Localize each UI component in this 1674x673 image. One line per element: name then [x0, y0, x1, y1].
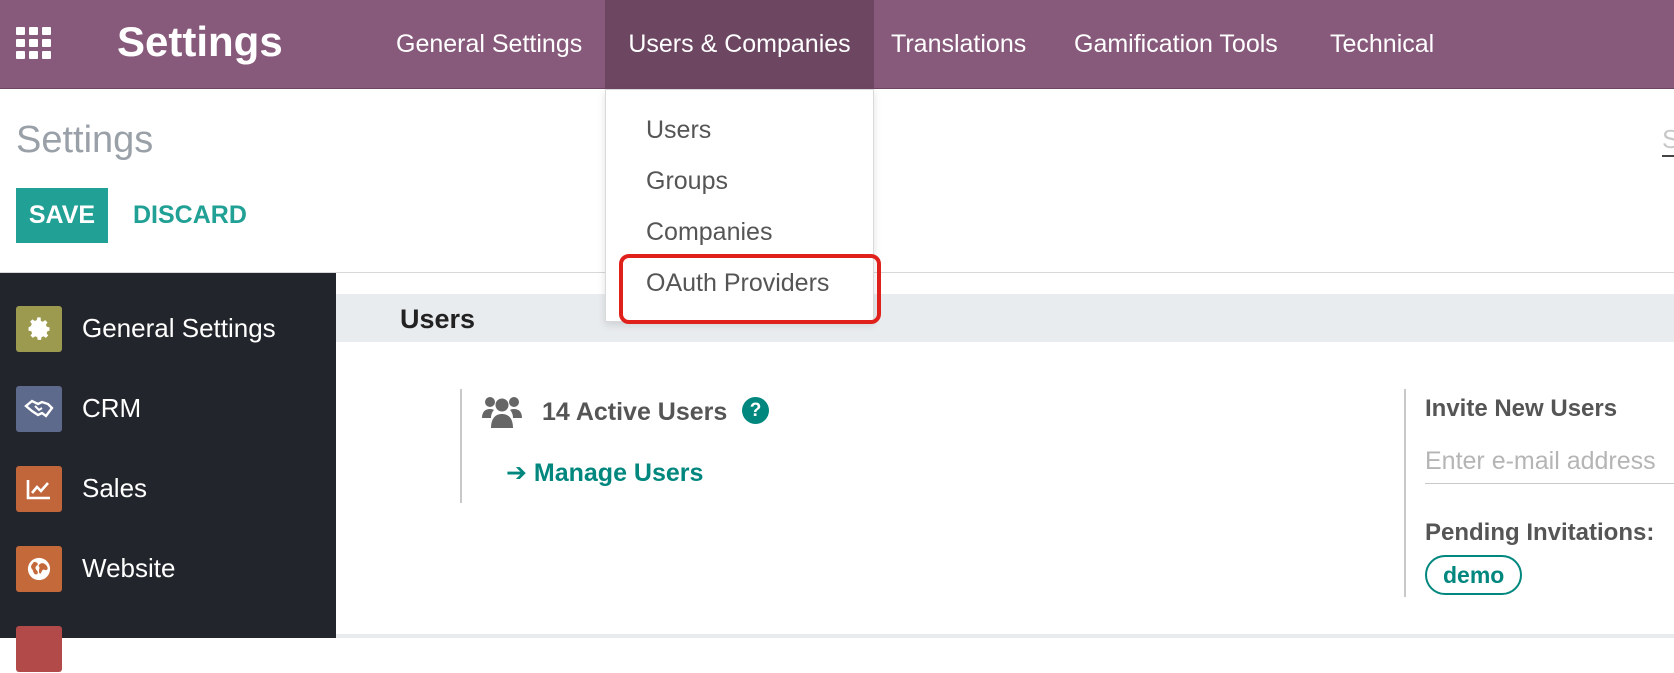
sidebar-item-general-settings[interactable]: General Settings — [0, 273, 336, 353]
app-icon — [16, 626, 62, 672]
users-companies-dropdown: Users Groups Companies OAuth Providers — [605, 89, 874, 322]
chart-line-icon — [16, 466, 62, 512]
sidebar-item-crm[interactable]: CRM — [0, 353, 336, 433]
sidebar-item-website[interactable]: Website — [0, 513, 336, 593]
dropdown-item-companies[interactable]: Companies — [646, 218, 772, 247]
top-navbar: Settings General Settings Users & Compan… — [0, 0, 1674, 89]
menu-translations[interactable]: Translations — [891, 0, 1026, 89]
menu-users-companies[interactable]: Users & Companies — [605, 0, 874, 89]
settings-content: Users 14 Active Users ? ➔ Manage Users I… — [336, 273, 1674, 638]
save-button[interactable]: SAVE — [16, 188, 108, 243]
sidebar-item-label: General Settings — [82, 313, 276, 343]
settings-sidebar: General Settings CRM Sales Website — [0, 273, 336, 672]
manage-users-label: Manage Users — [533, 459, 704, 487]
arrow-right-icon: ➔ — [506, 459, 534, 487]
manage-users-link[interactable]: ➔ Manage Users — [506, 458, 703, 488]
section-footer — [336, 634, 1674, 638]
sidebar-item-next-app[interactable] — [0, 593, 336, 673]
menu-technical[interactable]: Technical — [1330, 0, 1434, 89]
invite-email-input[interactable] — [1425, 440, 1674, 484]
active-users-count: 14 Active Users — [542, 398, 728, 426]
sidebar-item-sales[interactable]: Sales — [0, 433, 336, 513]
sidebar-item-label: Sales — [82, 473, 148, 503]
discard-button[interactable]: DISCARD — [133, 188, 247, 243]
globe-icon — [16, 546, 62, 592]
sidebar-item-label: Website — [82, 553, 176, 583]
section-title: Users — [400, 304, 476, 334]
handshake-icon — [16, 386, 62, 432]
dropdown-item-users[interactable]: Users — [646, 116, 711, 145]
pending-invitation-tag[interactable]: demo — [1425, 555, 1523, 595]
app-title: Settings — [117, 18, 283, 65]
divider — [460, 389, 462, 503]
section-header-users: Users — [336, 294, 1674, 342]
menu-general-settings[interactable]: General Settings — [396, 0, 582, 89]
sidebar-item-label: CRM — [82, 393, 142, 423]
search-input[interactable]: S — [1662, 123, 1674, 157]
breadcrumb: Settings — [16, 119, 154, 161]
invite-title: Invite New Users — [1425, 395, 1618, 422]
gear-icon — [16, 306, 62, 352]
divider — [1404, 389, 1406, 597]
pending-invitations-title: Pending Invitations: — [1425, 519, 1655, 546]
dropdown-item-oauth-providers[interactable]: OAuth Providers — [646, 269, 829, 298]
users-icon — [482, 394, 522, 430]
dropdown-item-groups[interactable]: Groups — [646, 167, 728, 196]
menu-gamification-tools[interactable]: Gamification Tools — [1074, 0, 1278, 89]
apps-grid-icon[interactable] — [16, 27, 52, 59]
help-icon[interactable]: ? — [742, 397, 769, 424]
